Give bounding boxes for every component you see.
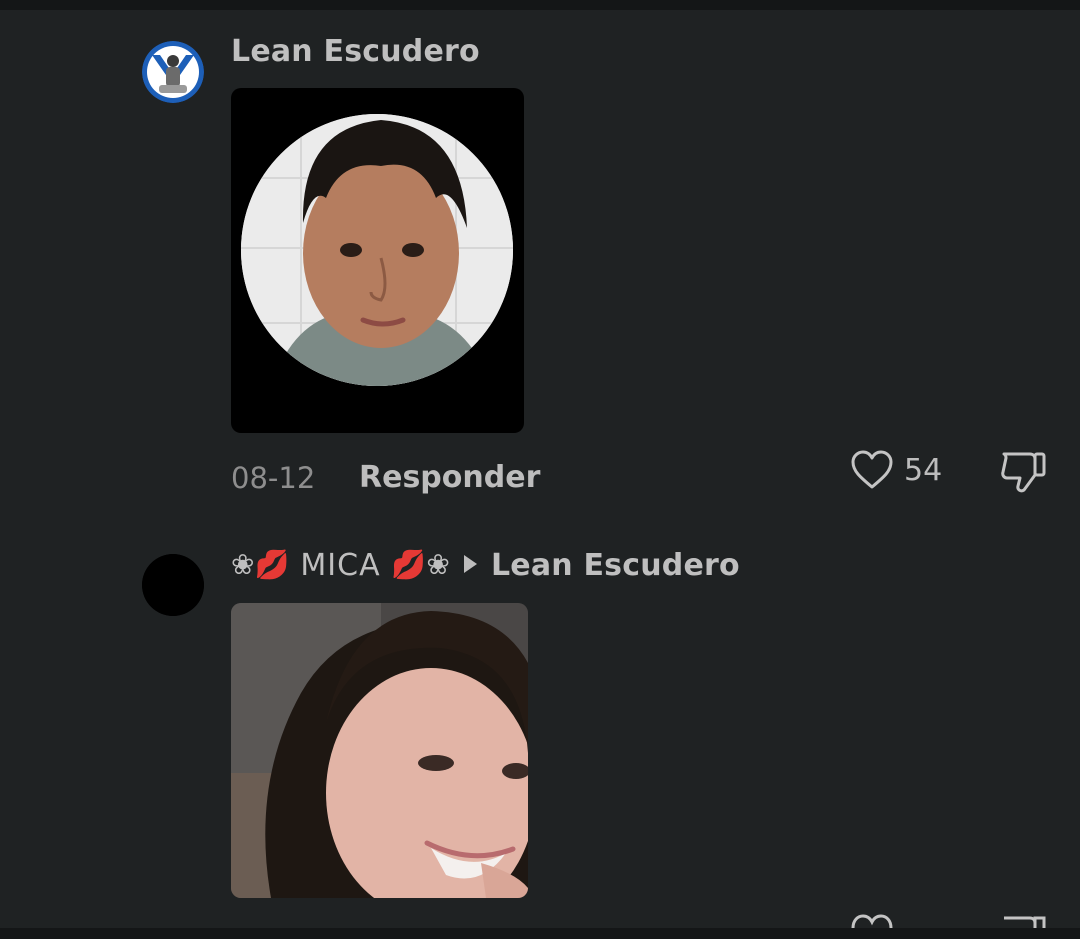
club-crest-icon — [142, 41, 204, 103]
username-prefix: ❀💋 — [231, 548, 290, 581]
like-button[interactable]: 54 — [850, 449, 942, 491]
comment-username[interactable]: MICA — [300, 548, 380, 583]
like-count: 54 — [904, 452, 943, 488]
dislike-button[interactable] — [1000, 448, 1048, 498]
avatar[interactable] — [142, 554, 204, 616]
heart-icon — [851, 450, 893, 489]
comment-date: 08-12 — [231, 461, 316, 495]
avatar[interactable] — [142, 41, 204, 103]
comment-photo[interactable] — [231, 603, 528, 898]
black-circle-avatar-icon — [142, 554, 204, 616]
bottom-edge — [0, 928, 1080, 939]
selfie-photo-icon — [231, 603, 528, 898]
thumbs-down-icon — [1001, 452, 1046, 493]
profile-photo-circle-icon — [241, 114, 513, 386]
comment-username[interactable]: Lean Escudero — [231, 34, 480, 69]
top-edge — [0, 0, 1080, 10]
reply-arrow-icon — [463, 554, 477, 573]
reply-button[interactable]: Responder — [359, 460, 540, 495]
comment-photo[interactable] — [231, 88, 524, 433]
comment-username-line: ❀💋 MICA 💋❀ Lean Escudero — [231, 548, 740, 583]
username-suffix: 💋❀ — [391, 548, 450, 581]
reply-to-username[interactable]: Lean Escudero — [491, 548, 740, 583]
